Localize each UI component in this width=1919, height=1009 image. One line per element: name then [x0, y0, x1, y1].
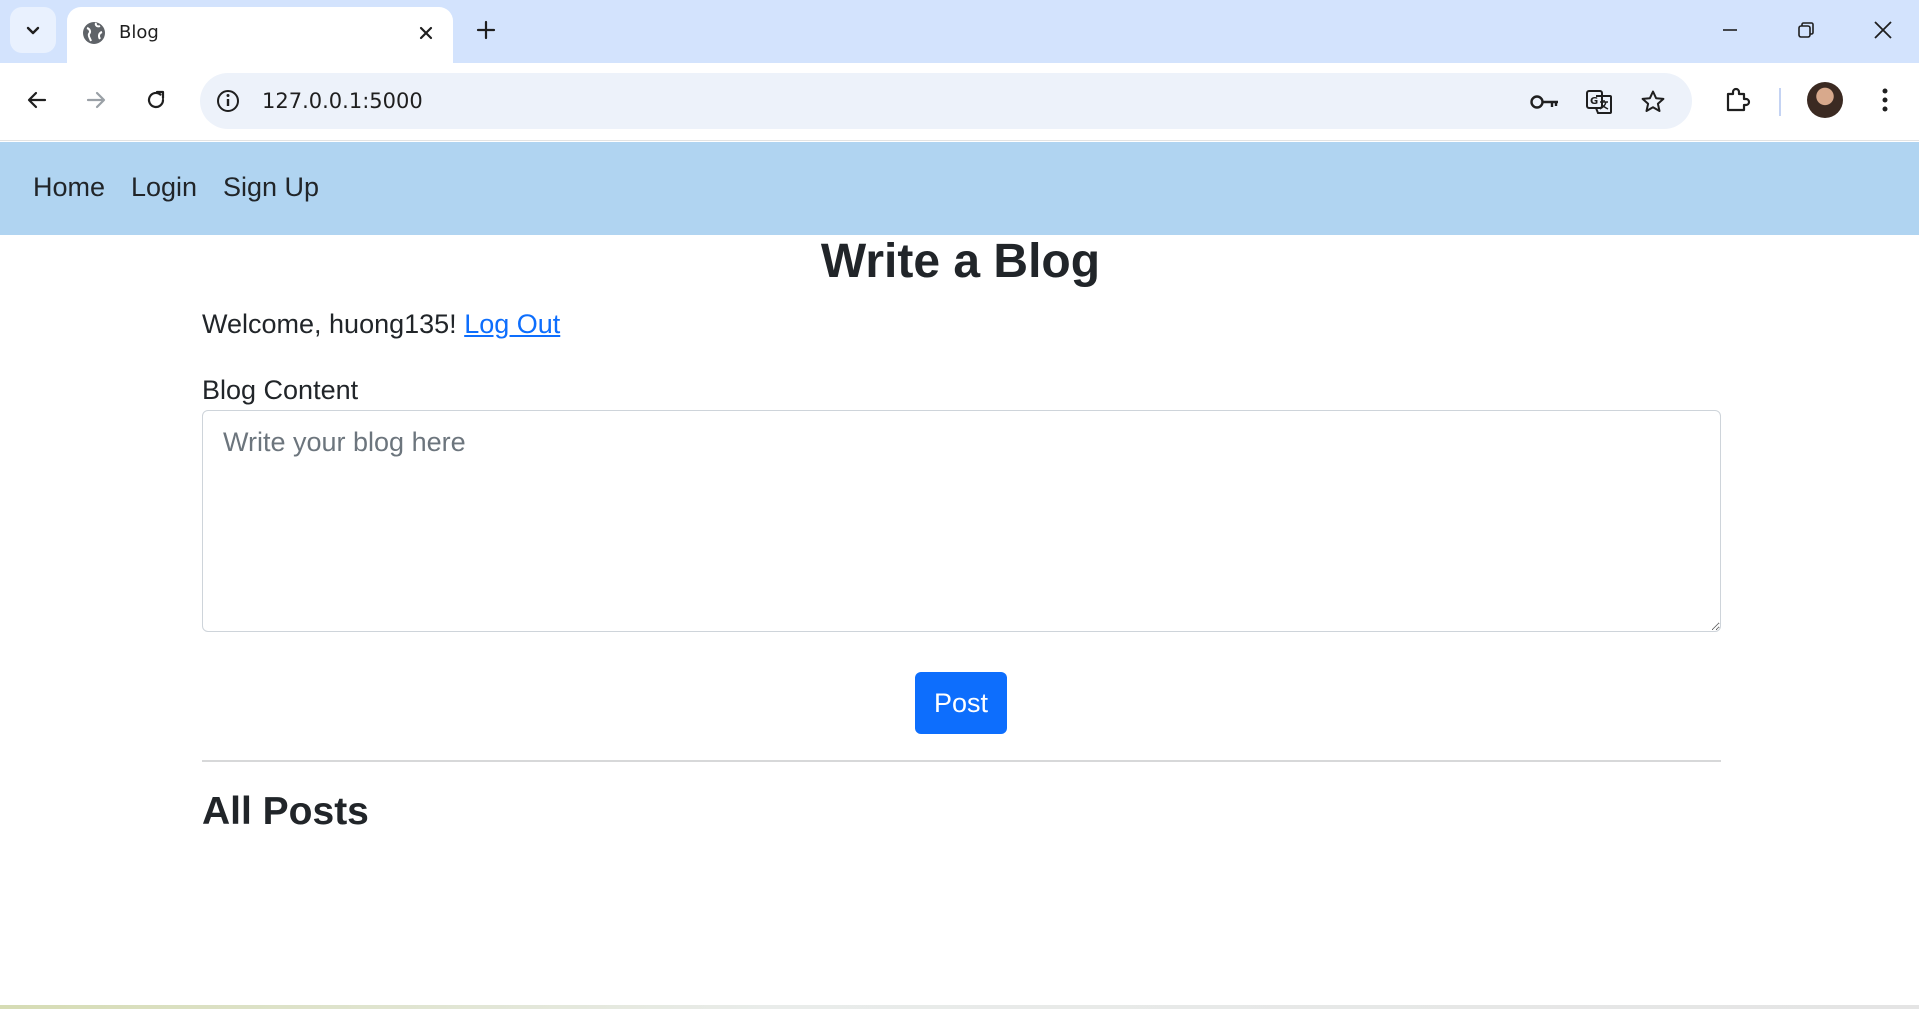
window-bottom-edge: [0, 1005, 1919, 1009]
extensions-button[interactable]: [1717, 80, 1757, 120]
site-info-icon[interactable]: [214, 87, 242, 115]
translate-button[interactable]: G: [1584, 87, 1614, 117]
browser-toolbar: 127.0.0.1:5000 G: [0, 63, 1919, 141]
nav-link-login[interactable]: Login: [131, 172, 197, 203]
site-navbar: Home Login Sign Up: [0, 142, 1919, 235]
arrow-right-icon: [86, 91, 106, 109]
blog-content-textarea[interactable]: [202, 410, 1721, 632]
new-tab-button[interactable]: [470, 14, 502, 46]
page-title: Write a Blog: [820, 235, 1101, 288]
arrow-left-icon: [27, 91, 47, 109]
minimize-icon: [1723, 29, 1737, 31]
reload-button[interactable]: [136, 80, 176, 120]
svg-text:G: G: [1590, 96, 1598, 107]
all-posts-heading: All Posts: [202, 790, 369, 833]
reload-icon: [147, 90, 165, 109]
close-icon: [419, 26, 433, 40]
browser-menu-button[interactable]: [1865, 80, 1905, 120]
star-icon: [1641, 90, 1665, 112]
toolbar-divider: [1779, 88, 1781, 116]
welcome-message: Welcome, huong135! Log Out: [202, 309, 560, 340]
restore-icon: [1798, 22, 1814, 38]
back-button[interactable]: [17, 80, 57, 120]
plus-icon: [476, 20, 496, 40]
globe-icon: [83, 22, 105, 44]
password-key-button[interactable]: [1530, 87, 1560, 117]
nav-link-signup[interactable]: Sign Up: [223, 172, 319, 203]
blog-content-label: Blog Content: [202, 375, 359, 405]
tab-title: Blog: [119, 22, 159, 43]
post-button[interactable]: Post: [915, 672, 1007, 734]
bookmark-button[interactable]: [1638, 87, 1668, 117]
address-bar[interactable]: 127.0.0.1:5000 G: [200, 73, 1692, 129]
tab-search-button[interactable]: [10, 7, 56, 53]
section-divider: [202, 760, 1721, 762]
forward-button[interactable]: [76, 80, 116, 120]
translate-icon: G: [1586, 90, 1612, 114]
nav-link-home[interactable]: Home: [33, 172, 105, 203]
more-vertical-icon: [1882, 88, 1888, 112]
browser-tab-active[interactable]: Blog: [67, 7, 453, 63]
profile-avatar[interactable]: [1807, 82, 1843, 118]
minimize-button[interactable]: [1710, 10, 1750, 50]
key-icon: [1530, 95, 1558, 109]
restore-button[interactable]: [1786, 10, 1826, 50]
tab-close-button[interactable]: [413, 20, 439, 46]
logout-link[interactable]: Log Out: [464, 309, 560, 339]
url-text: 127.0.0.1:5000: [262, 89, 423, 113]
puzzle-piece-icon: [1726, 87, 1751, 112]
welcome-text: Welcome, huong135!: [202, 309, 457, 339]
close-icon: [1874, 21, 1892, 39]
browser-tabstrip: Blog: [0, 0, 1919, 63]
close-window-button[interactable]: [1863, 10, 1903, 50]
chevron-down-icon: [26, 26, 40, 35]
